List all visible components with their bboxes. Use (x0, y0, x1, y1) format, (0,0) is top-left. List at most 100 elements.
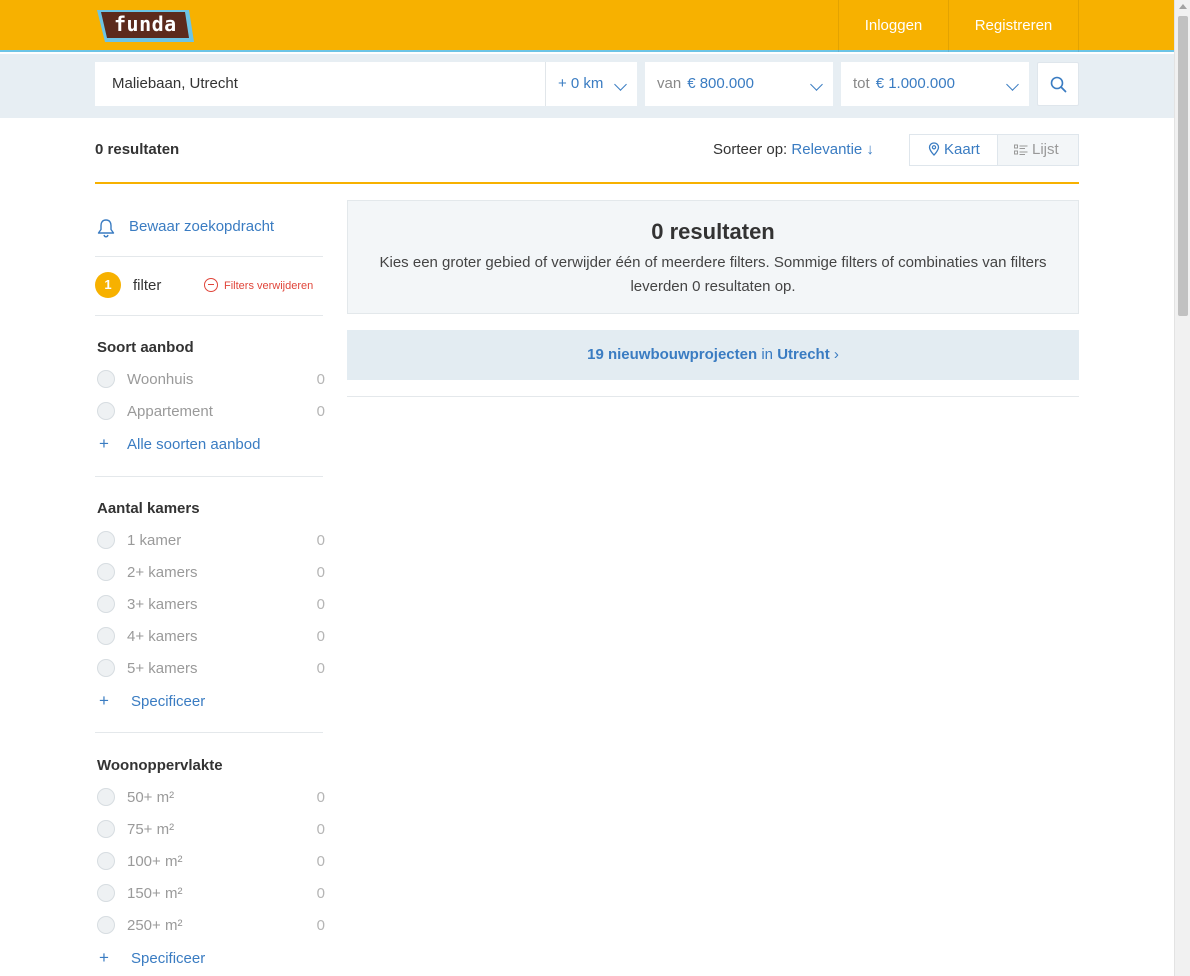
price-max-value: € 1.000.000 (875, 75, 955, 92)
filter-option[interactable]: Appartement 0 (97, 401, 325, 421)
option-label: Woonhuis (127, 371, 194, 388)
map-pin-icon (928, 142, 940, 156)
list-icon (1014, 144, 1028, 155)
option-count: 0 (316, 821, 325, 838)
login-button[interactable]: Inloggen (838, 0, 948, 52)
option-count: 0 (316, 371, 325, 388)
filter-option[interactable]: 75+ m² 0 (97, 819, 325, 839)
remove-filters-button[interactable]: Filters verwijderen (204, 278, 313, 292)
scroll-up-arrow-icon[interactable] (1179, 4, 1187, 9)
option-count: 0 (316, 596, 325, 613)
option-label: 3+ kamers (127, 596, 198, 613)
new-build-projects-link[interactable]: 19 nieuwbouwprojecten in Utrecht › (347, 330, 1079, 380)
radio-button[interactable] (97, 370, 115, 388)
sort-value[interactable]: Relevantie ↓ (791, 141, 874, 158)
section-title-aantal-kamers: Aantal kamers (97, 500, 200, 517)
option-label: 75+ m² (127, 821, 175, 838)
radio-button[interactable] (97, 884, 115, 902)
list-view-button[interactable]: Lijst (997, 134, 1079, 166)
divider (95, 476, 323, 477)
sort-control[interactable]: Sorteer op: Relevantie ↓ (713, 141, 874, 158)
filter-option[interactable]: 100+ m² 0 (97, 851, 325, 871)
plus-icon: + (99, 691, 109, 710)
more-options-label: Alle soorten aanbod (127, 436, 261, 453)
price-max-select[interactable]: tot € 1.000.000 (841, 62, 1029, 106)
option-label: 2+ kamers (127, 564, 198, 581)
results-count: 0 resultaten (95, 141, 180, 158)
location-input[interactable]: Maliebaan, Utrecht (95, 62, 545, 106)
plus-icon: + (99, 434, 109, 453)
scrollbar-thumb[interactable] (1178, 16, 1188, 316)
price-min-select[interactable]: van € 800.000 (645, 62, 833, 106)
section-title-soort-aanbod: Soort aanbod (97, 339, 194, 356)
divider (95, 256, 323, 257)
more-options-link[interactable]: + Alle soorten aanbod (99, 434, 260, 454)
filter-option[interactable]: 150+ m² 0 (97, 883, 325, 903)
radio-button[interactable] (97, 788, 115, 806)
new-build-city: Utrecht (777, 346, 830, 363)
map-view-label: Kaart (944, 141, 980, 158)
remove-filters-label: Filters verwijderen (224, 280, 314, 292)
map-view-button[interactable]: Kaart (909, 134, 998, 166)
option-label: 150+ m² (127, 885, 183, 902)
results-divider (95, 182, 1079, 184)
radio-button[interactable] (97, 916, 115, 934)
register-button[interactable]: Registreren (948, 0, 1079, 52)
remove-circle-icon (204, 278, 218, 292)
search-bar: Maliebaan, Utrecht + 0 km van € 800.000 t… (0, 54, 1174, 118)
filter-option[interactable]: 250+ m² 0 (97, 915, 325, 935)
section-title-woonoppervlakte: Woonoppervlakte (97, 757, 223, 774)
chevron-right-icon: › (833, 346, 839, 363)
top-header: funda Inloggen Registreren (0, 0, 1174, 52)
option-label: 1 kamer (127, 532, 182, 549)
radius-select[interactable]: + 0 km (545, 62, 637, 106)
radio-button[interactable] (97, 563, 115, 581)
option-label: 5+ kamers (127, 660, 198, 677)
option-count: 0 (316, 885, 325, 902)
search-icon (1050, 76, 1067, 93)
radio-button[interactable] (97, 595, 115, 613)
radio-button[interactable] (97, 852, 115, 870)
logo-text: funda (114, 12, 177, 36)
plus-icon: + (99, 948, 109, 967)
specify-link[interactable]: + Specificeer (99, 691, 205, 711)
option-count: 0 (316, 564, 325, 581)
vertical-scrollbar[interactable] (1174, 0, 1190, 976)
save-search-label: Bewaar zoekopdracht (129, 218, 275, 235)
option-count: 0 (316, 917, 325, 934)
search-button[interactable] (1037, 62, 1079, 106)
funda-logo[interactable]: funda (95, 8, 195, 44)
filter-option[interactable]: 2+ kamers 0 (97, 562, 325, 582)
filter-option[interactable]: 5+ kamers 0 (97, 658, 325, 678)
option-count: 0 (316, 532, 325, 549)
no-results-panel: 0 resultaten Kies een groter gebied of v… (347, 200, 1079, 314)
option-count: 0 (316, 403, 325, 420)
new-build-count: 19 nieuwbouwprojecten (587, 346, 758, 363)
filter-option[interactable]: 4+ kamers 0 (97, 626, 325, 646)
radio-button[interactable] (97, 659, 115, 677)
price-max-prefix: tot (853, 75, 870, 92)
filter-option[interactable]: 3+ kamers 0 (97, 594, 325, 614)
option-label: 4+ kamers (127, 628, 198, 645)
chevron-down-icon (614, 78, 627, 91)
sort-prefix: Sorteer op: (713, 141, 788, 158)
option-label: 100+ m² (127, 853, 183, 870)
specify-label: Specificeer (131, 693, 206, 710)
option-count: 0 (316, 660, 325, 677)
no-results-message: Kies een groter gebied of verwijder één … (379, 254, 1047, 295)
radio-button[interactable] (97, 531, 115, 549)
bell-icon (97, 219, 115, 238)
filter-option[interactable]: 50+ m² 0 (97, 787, 325, 807)
divider (347, 396, 1079, 397)
divider (95, 315, 323, 316)
radius-value: + 0 km (558, 75, 604, 92)
filter-option[interactable]: Woonhuis 0 (97, 369, 325, 389)
radio-button[interactable] (97, 402, 115, 420)
specify-link[interactable]: + Specificeer (99, 948, 205, 968)
divider (95, 732, 323, 733)
filter-option[interactable]: 1 kamer 0 (97, 530, 325, 550)
price-min-value: € 800.000 (687, 75, 754, 92)
chevron-down-icon (810, 78, 823, 91)
radio-button[interactable] (97, 820, 115, 838)
radio-button[interactable] (97, 627, 115, 645)
